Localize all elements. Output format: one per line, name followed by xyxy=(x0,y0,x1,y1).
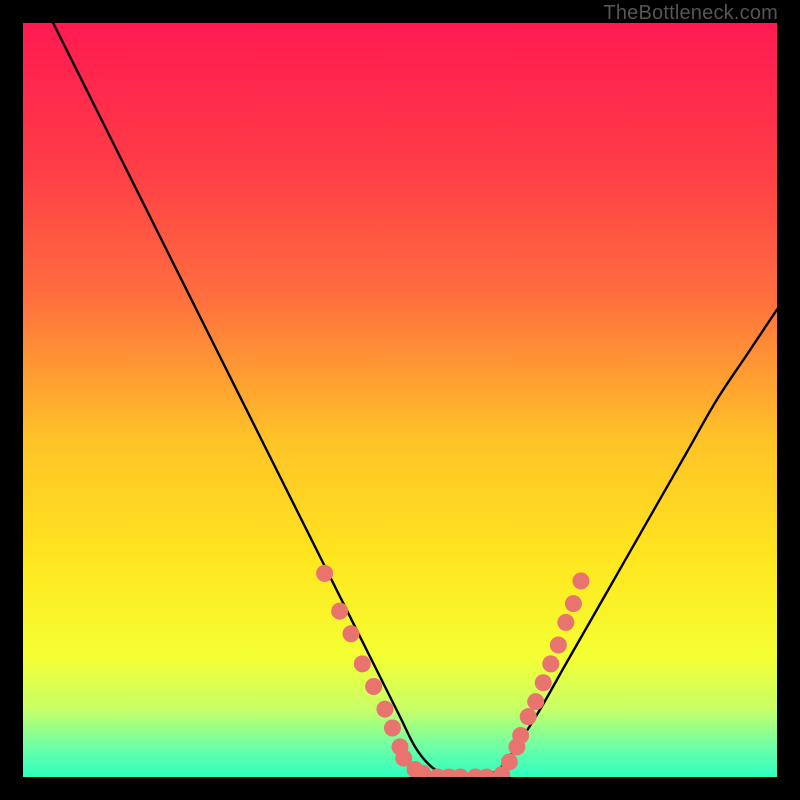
chart-svg xyxy=(23,23,777,777)
data-marker xyxy=(342,625,359,642)
data-marker xyxy=(331,603,348,620)
chart-stage: TheBottleneck.com xyxy=(0,0,800,800)
data-marker xyxy=(565,595,582,612)
data-marker xyxy=(520,708,537,725)
data-marker xyxy=(376,701,393,718)
plot-area xyxy=(23,23,777,777)
marker-group xyxy=(316,565,589,777)
data-marker xyxy=(512,727,529,744)
data-marker xyxy=(501,753,518,770)
data-marker xyxy=(478,769,495,778)
data-marker xyxy=(384,719,401,736)
data-marker xyxy=(316,565,333,582)
data-marker xyxy=(354,655,371,672)
data-marker xyxy=(527,693,544,710)
data-marker xyxy=(557,614,574,631)
data-marker xyxy=(535,674,552,691)
data-marker xyxy=(550,637,567,654)
bottleneck-curve xyxy=(23,23,777,777)
data-marker xyxy=(572,572,589,589)
data-marker xyxy=(542,655,559,672)
data-marker xyxy=(365,678,382,695)
data-marker xyxy=(452,769,469,778)
watermark-text: TheBottleneck.com xyxy=(603,2,778,25)
